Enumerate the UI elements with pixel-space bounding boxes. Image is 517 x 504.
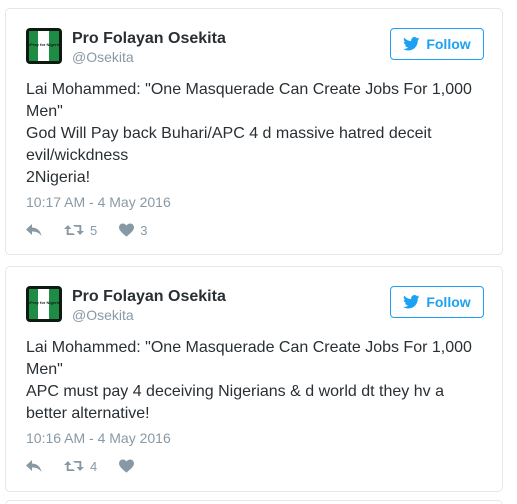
twitter-bird-icon (403, 295, 420, 309)
tweet-text-line: 2Nigeria! (26, 169, 91, 186)
like-button[interactable]: 3 (119, 223, 147, 238)
tweet-card: #Pray for Nigeria Pro Folayan Osekita @O… (5, 8, 503, 255)
tweet-actions: 5 3 (26, 221, 169, 239)
retweet-count: 5 (90, 222, 98, 238)
tweet-timestamp[interactable]: 10:17 AM - 4 May 2016 (26, 194, 171, 210)
reply-button[interactable] (26, 223, 42, 237)
follow-button[interactable]: Follow (390, 28, 484, 60)
tweet-text-line: God Will Pay back Buhari/APC 4 d massive… (26, 125, 432, 164)
author-info: Pro Folayan Osekita @Osekita (72, 287, 226, 323)
author-info: Pro Folayan Osekita @Osekita (72, 29, 226, 65)
tweet-text-line: Lai Mohammed: "One Masquerade Can Create… (26, 81, 472, 120)
like-button[interactable] (119, 459, 135, 473)
reply-arrow-icon (26, 459, 42, 473)
avatar[interactable]: #Pray for Nigeria (26, 286, 62, 322)
tweet-actions: 4 (26, 457, 156, 475)
follow-label: Follow (426, 294, 471, 310)
heart-icon (119, 459, 135, 473)
retweet-icon (64, 459, 84, 473)
tweet-card: #Pray for Nigeria Pro Folayan Osekita @O… (5, 266, 503, 492)
tweet-text-line: Lai Mohammed: "One Masquerade Can Create… (26, 339, 472, 378)
author-handle[interactable]: @Osekita (72, 49, 226, 65)
retweet-button[interactable]: 4 (64, 459, 97, 474)
retweet-icon (64, 223, 84, 237)
retweet-button[interactable]: 5 (64, 223, 97, 238)
author-name[interactable]: Pro Folayan Osekita (72, 29, 226, 49)
tweet-text-line: APC must pay 4 deceiving Nigerians & d w… (26, 383, 444, 422)
tweet-card-partial (5, 500, 503, 504)
follow-button[interactable]: Follow (390, 286, 484, 318)
reply-arrow-icon (26, 223, 42, 237)
retweet-count: 4 (90, 458, 98, 474)
avatar-text: #Pray for Nigeria (27, 300, 60, 305)
tweet-header: #Pray for Nigeria Pro Folayan Osekita @O… (26, 286, 484, 328)
tweet-header: #Pray for Nigeria Pro Folayan Osekita @O… (26, 28, 484, 70)
twitter-bird-icon (403, 37, 420, 51)
avatar[interactable]: #Pray for Nigeria (26, 28, 62, 64)
tweet-text: Lai Mohammed: "One Masquerade Can Create… (26, 337, 486, 425)
like-count: 3 (140, 222, 148, 238)
tweet-text: Lai Mohammed: "One Masquerade Can Create… (26, 79, 486, 189)
tweet-timestamp[interactable]: 10:16 AM - 4 May 2016 (26, 430, 171, 446)
tweet-feed: #Pray for Nigeria Pro Folayan Osekita @O… (0, 0, 517, 504)
avatar-text: #Pray for Nigeria (27, 42, 60, 47)
author-handle[interactable]: @Osekita (72, 307, 226, 323)
author-name[interactable]: Pro Folayan Osekita (72, 287, 226, 307)
reply-button[interactable] (26, 459, 42, 473)
heart-icon (119, 223, 135, 237)
follow-label: Follow (426, 36, 471, 52)
